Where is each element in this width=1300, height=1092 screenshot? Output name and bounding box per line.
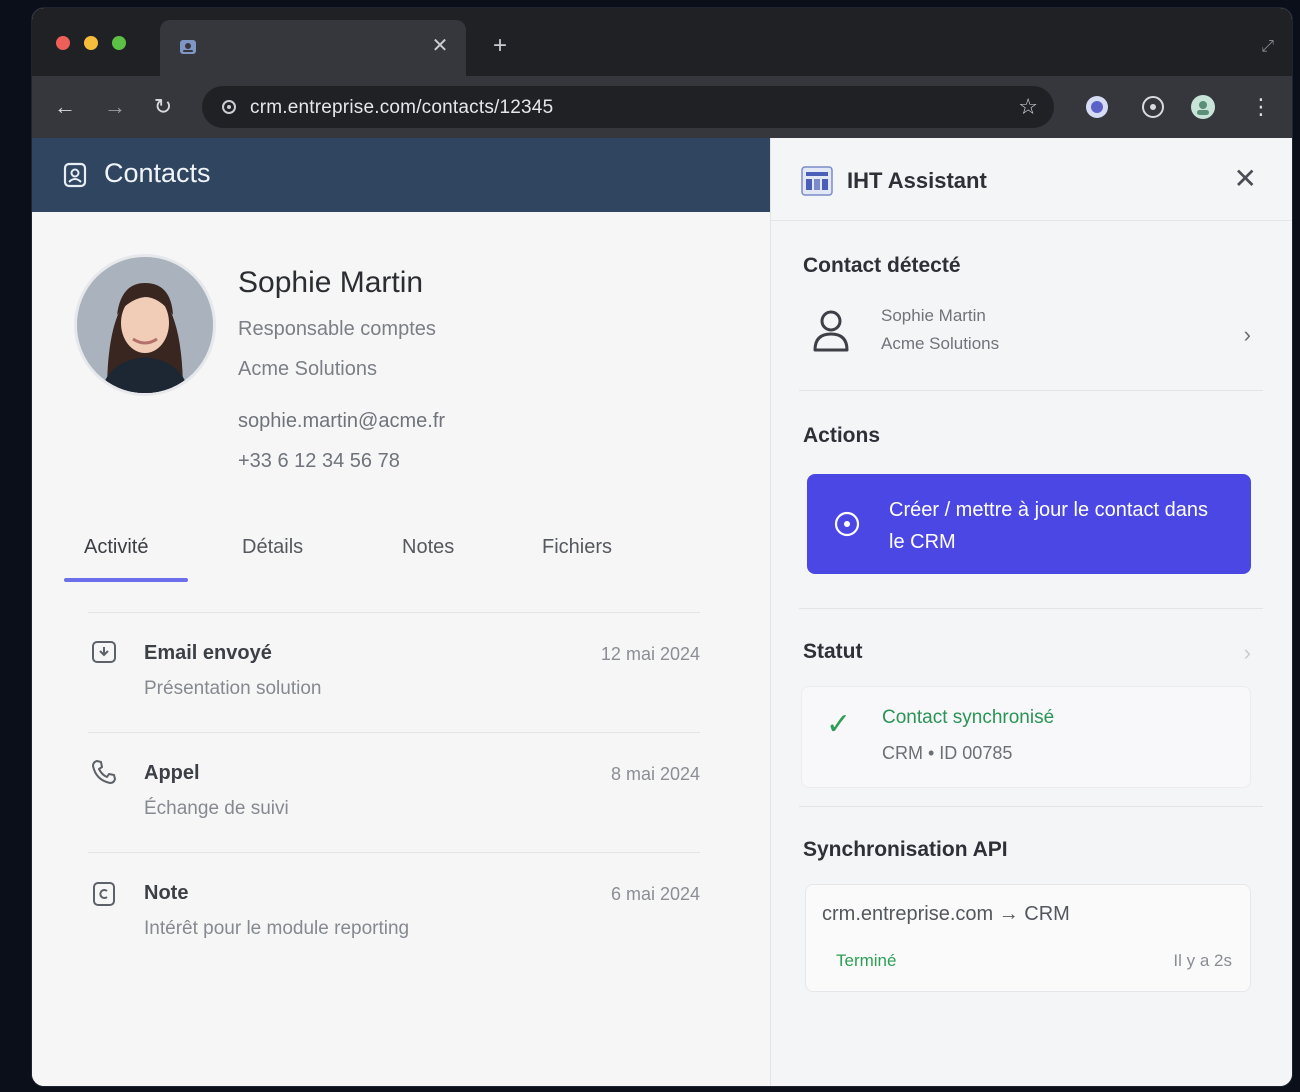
extension-icon[interactable]: [1084, 94, 1110, 120]
sync-contact-label: Créer / mettre à jour le contact dans le…: [889, 499, 1209, 553]
sync-contact-button[interactable]: Créer / mettre à jour le contact dans le…: [807, 474, 1251, 574]
reload-icon[interactable]: ↻: [150, 94, 176, 120]
tab-strip: ✕ + ⤢: [32, 8, 1292, 76]
contact-avatar: [74, 254, 216, 396]
detected-contact-name: Sophie Martin: [881, 306, 986, 325]
phone-icon: [92, 760, 116, 784]
avatar-photo: [77, 257, 213, 393]
section-divider: [799, 390, 1263, 391]
fullscreen-icon[interactable]: ⤢: [1261, 38, 1274, 56]
profile-sync-icon[interactable]: [1140, 94, 1166, 120]
sync-timestamp: Il y a 2s: [1173, 951, 1232, 970]
status-card: ✓ Contact synchronisé CRM • ID 00785: [801, 686, 1251, 788]
activity-subtitle: Échange de suivi: [144, 798, 289, 819]
sync-icon: [834, 511, 860, 537]
close-window-button[interactable]: [56, 36, 70, 50]
status-text: Contact synchronisé: [882, 707, 1055, 728]
activity-title: Note: [144, 882, 189, 904]
chevron-right-icon: ›: [1243, 322, 1251, 347]
tab-close-icon[interactable]: ✕: [428, 34, 452, 58]
crm-page: Contacts Sophie Martin Responsable compt…: [32, 138, 770, 1086]
actions-section-title: Actions: [803, 424, 881, 447]
status-section-title: Statut: [803, 640, 863, 663]
section-divider: [799, 806, 1263, 807]
activity-divider: [88, 612, 700, 613]
tab-notes[interactable]: Notes: [402, 536, 454, 559]
detected-section-title: Contact détecté: [803, 254, 961, 277]
tab-files[interactable]: Fichiers: [542, 536, 612, 559]
email-icon: [92, 641, 116, 663]
forward-icon[interactable]: →: [102, 94, 128, 120]
minimize-window-button[interactable]: [84, 36, 98, 50]
contacts-icon: [63, 162, 87, 188]
activity-subtitle: Présentation solution: [144, 678, 322, 699]
note-icon: [93, 882, 115, 906]
activity-date: 8 mai 2024: [610, 764, 700, 784]
detected-contact-company: Acme Solutions: [881, 334, 1000, 353]
status-crm-id: CRM • ID 00785: [882, 743, 1013, 763]
tab-details[interactable]: Détails: [242, 536, 303, 559]
maximize-window-button[interactable]: [112, 36, 126, 50]
crm-header: Contacts: [32, 138, 770, 212]
url-text[interactable]: crm.entreprise.com/contacts/12345: [250, 97, 553, 119]
browser-menu-icon[interactable]: ⋮: [1250, 94, 1272, 120]
page-title: Contacts: [104, 158, 211, 188]
sync-route: crm.entreprise.com → CRM: [822, 903, 1070, 925]
activity-subtitle: Intérêt pour le module reporting: [144, 918, 410, 939]
activity-date: 12 mai 2024: [600, 644, 700, 664]
activity-title: Email envoyé: [144, 642, 272, 664]
contact-role: Responsable comptes: [238, 318, 436, 340]
sync-section-title: Synchronisation API: [803, 838, 1008, 861]
browser-toolbar: ← → ↻ crm.entreprise.com/contacts/12345 …: [32, 76, 1292, 138]
browser-window: ✕ + ⤢ ← → ↻ crm.entreprise.com/contacts/…: [32, 8, 1292, 1086]
chevron-right-icon[interactable]: ›: [1244, 640, 1251, 666]
sync-card: crm.entreprise.com → CRM Terminé Il y a …: [805, 884, 1251, 992]
close-icon[interactable]: ✕: [1234, 162, 1257, 195]
activity-title: Appel: [144, 762, 200, 784]
back-icon[interactable]: ←: [52, 94, 78, 120]
assistant-header: IHT Assistant ✕: [771, 138, 1292, 221]
new-tab-icon[interactable]: +: [488, 34, 512, 58]
contact-name: Sophie Martin: [238, 266, 424, 299]
assistant-panel: IHT Assistant ✕ Contact détecté Sophie M…: [770, 138, 1292, 1086]
section-divider: [799, 608, 1263, 609]
activity-divider: [88, 732, 700, 733]
account-avatar-icon[interactable]: [1190, 94, 1216, 120]
sync-state-badge: Terminé: [836, 951, 897, 970]
activity-date: 6 mai 2024: [610, 884, 700, 904]
tab-favicon-icon: [180, 40, 196, 54]
contact-phone[interactable]: +33 6 12 34 56 78: [238, 450, 400, 473]
bookmark-star-icon[interactable]: ☆: [1018, 94, 1038, 120]
address-bar[interactable]: crm.entreprise.com/contacts/12345 ☆: [202, 86, 1054, 128]
assistant-logo-icon: [801, 166, 833, 196]
activity-divider: [88, 852, 700, 853]
assistant-title: IHT Assistant: [847, 168, 987, 193]
contact-company: Acme Solutions: [238, 358, 377, 380]
contact-tabs: Activité Détails Notes Fichiers: [64, 522, 704, 588]
browser-tab[interactable]: ✕: [160, 20, 466, 76]
user-icon: [813, 310, 849, 352]
contact-email[interactable]: sophie.martin@acme.fr: [238, 410, 445, 433]
tab-activity[interactable]: Activité: [84, 536, 148, 559]
active-tab-indicator: [64, 578, 188, 582]
check-icon: ✓: [826, 708, 852, 741]
site-info-icon[interactable]: [220, 98, 238, 116]
